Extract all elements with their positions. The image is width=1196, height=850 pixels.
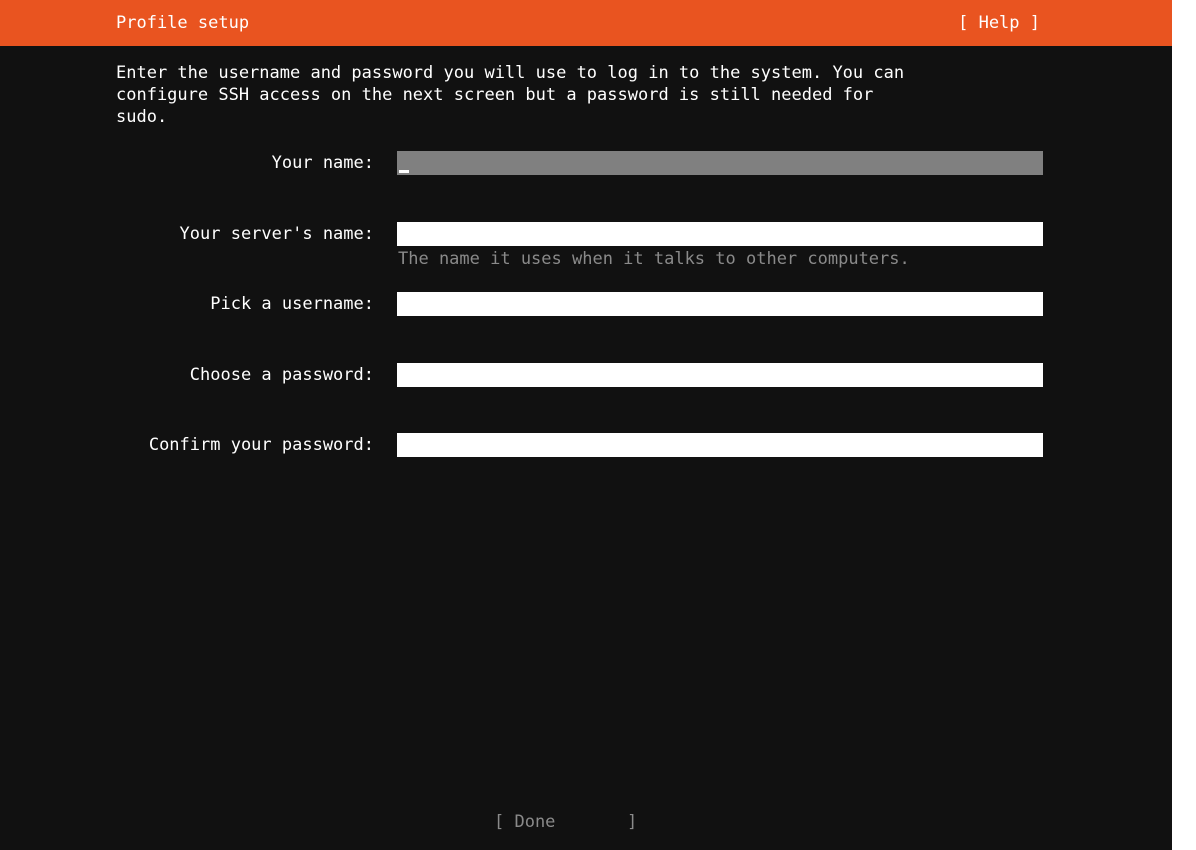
help-button[interactable]: [ Help ] [958, 13, 1040, 33]
confirm-password-label: Confirm your password: [148, 435, 374, 455]
server-name-input[interactable] [397, 222, 1043, 246]
your-name-label: Your name: [271, 153, 374, 173]
instructions-text: Enter the username and password you will… [116, 63, 905, 127]
server-name-label: Your server's name: [179, 224, 374, 244]
header-bar: Profile setup [ Help ] [0, 0, 1172, 46]
done-button[interactable]: [ Done ] [494, 811, 637, 833]
confirm-password-input[interactable] [397, 433, 1043, 457]
server-name-row: Your server's name: The name it uses whe… [0, 222, 1172, 269]
username-label: Pick a username: [210, 294, 374, 314]
your-name-row: Your name: [0, 151, 1172, 177]
page-title: Profile setup [116, 13, 250, 33]
confirm-password-row: Confirm your password: [0, 433, 1172, 459]
username-input[interactable] [397, 292, 1043, 316]
text-cursor [399, 170, 409, 173]
username-row: Pick a username: [0, 292, 1172, 318]
password-label: Choose a password: [189, 365, 374, 385]
password-input[interactable] [397, 363, 1043, 387]
installer-screen: Profile setup [ Help ] Enter the usernam… [0, 0, 1172, 850]
your-name-input[interactable] [397, 151, 1043, 175]
server-name-help: The name it uses when it talks to other … [398, 249, 910, 269]
window-edge [1172, 0, 1196, 850]
password-row: Choose a password: [0, 363, 1172, 389]
